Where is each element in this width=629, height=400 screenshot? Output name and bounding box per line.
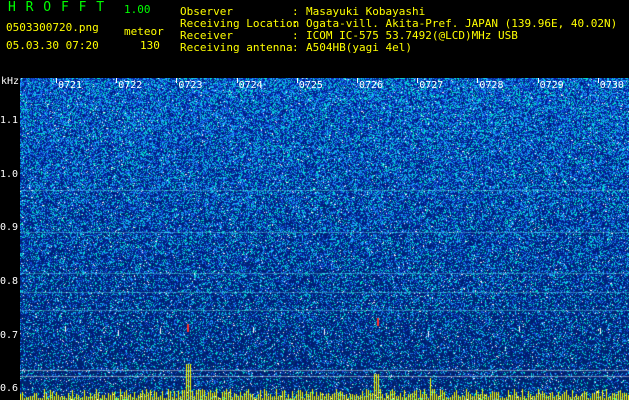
time-tick-label: 0729 xyxy=(539,80,564,91)
time-tick-mark xyxy=(236,78,238,83)
frequency-tick-label: 0.6 xyxy=(0,383,19,395)
time-tick-mark xyxy=(296,78,298,83)
time-tick-mark xyxy=(537,78,539,83)
frequency-unit-label: kHz xyxy=(1,76,20,87)
header: H R O F F T 1.00 0503300720.png meteor 0… xyxy=(0,0,629,74)
counter-label: meteor xyxy=(124,25,164,38)
spectrogram-area xyxy=(20,78,629,400)
time-tick-mark xyxy=(116,78,118,83)
time-tick-mark xyxy=(477,78,479,83)
info-value-antenna: A504HB(yagi 4el) xyxy=(306,41,412,54)
spectrogram-canvas xyxy=(20,78,629,400)
app-title: H R O F F T xyxy=(8,0,106,15)
time-tick-mark xyxy=(417,78,419,83)
time-tick-label: 0723 xyxy=(178,80,203,91)
frequency-tick-label: 1.1 xyxy=(0,114,19,126)
time-tick-mark xyxy=(176,78,178,83)
time-tick-label: 0725 xyxy=(298,80,323,91)
app-version: 1.00 xyxy=(124,3,151,16)
info-sep: : xyxy=(292,41,299,54)
time-tick-mark xyxy=(357,78,358,83)
frequency-tick-label: 0.9 xyxy=(0,222,19,234)
time-tick-label: 0721 xyxy=(58,80,83,91)
time-tick-mark xyxy=(597,78,599,83)
time-tick-mark xyxy=(56,78,57,83)
time-tick-label: 0722 xyxy=(118,80,143,91)
frequency-axis: kHz 1.1 1.0 0.9 0.8 0.7 0.6 xyxy=(0,74,20,400)
time-tick-label: 0728 xyxy=(479,80,504,91)
file-datetime: 05.03.30 07:20 xyxy=(6,39,99,52)
frequency-tick-label: 0.8 xyxy=(0,275,19,287)
meteor-count: 130 xyxy=(140,39,160,52)
file-name: 0503300720.png xyxy=(6,21,99,34)
frequency-tick-label: 0.7 xyxy=(0,329,19,341)
info-key-antenna: Receiving antenna xyxy=(180,41,293,54)
time-tick-label: 0730 xyxy=(599,80,624,91)
time-tick-label: 0726 xyxy=(359,80,384,91)
time-tick-label: 0727 xyxy=(419,80,444,91)
time-tick-label: 0724 xyxy=(238,80,263,91)
frequency-tick-label: 1.0 xyxy=(0,168,19,180)
